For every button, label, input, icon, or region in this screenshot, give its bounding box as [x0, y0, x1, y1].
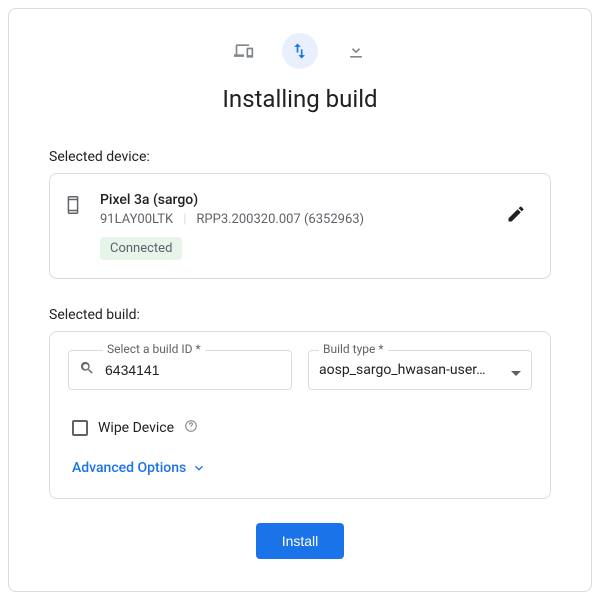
footer-actions: Install [49, 523, 551, 559]
status-badge: Connected [100, 237, 182, 260]
page-title: Installing build [49, 85, 551, 113]
meta-separator: | [183, 212, 186, 227]
device-meta: 91LAY00LTK | RPP3.200320.007 (6352963) [100, 212, 486, 227]
step-device[interactable] [226, 33, 262, 69]
phone-icon [62, 192, 84, 220]
selected-device-label: Selected device: [49, 149, 551, 165]
device-build-string: RPP3.200320.007 (6352963) [196, 212, 364, 227]
build-id-field[interactable]: Select a build ID * [68, 350, 292, 390]
device-serial: 91LAY00LTK [100, 212, 173, 227]
edit-device-button[interactable] [502, 200, 530, 232]
build-id-input[interactable] [103, 361, 281, 379]
install-button[interactable]: Install [256, 523, 345, 559]
chevron-down-icon [192, 461, 206, 475]
flash-card: Installing build Selected device: Pixel … [8, 8, 592, 592]
wipe-checkbox[interactable] [72, 420, 88, 436]
download-icon [346, 41, 366, 61]
search-icon [79, 360, 95, 380]
selected-build-label: Selected build: [49, 307, 551, 323]
wipe-label: Wipe Device [98, 420, 174, 436]
device-card: Pixel 3a (sargo) 91LAY00LTK | RPP3.20032… [49, 173, 551, 279]
swap-icon [290, 41, 310, 61]
help-icon[interactable] [184, 418, 198, 437]
devices-icon [234, 41, 254, 61]
step-download[interactable] [338, 33, 374, 69]
build-fields: Select a build ID * Build type * aosp_sa… [68, 350, 532, 390]
build-card: Select a build ID * Build type * aosp_sa… [49, 331, 551, 499]
step-install[interactable] [282, 33, 318, 69]
device-info: Pixel 3a (sargo) 91LAY00LTK | RPP3.20032… [100, 192, 486, 260]
device-name: Pixel 3a (sargo) [100, 192, 486, 208]
advanced-options-label: Advanced Options [72, 460, 186, 476]
wipe-device-row[interactable]: Wipe Device [72, 418, 532, 437]
build-type-label: Build type * [319, 342, 388, 356]
pencil-icon [506, 204, 526, 224]
dropdown-icon [511, 361, 521, 380]
build-type-field[interactable]: Build type * aosp_sargo_hwasan-user… [308, 350, 532, 390]
step-indicator [49, 33, 551, 69]
build-type-value: aosp_sargo_hwasan-user… [319, 362, 503, 378]
build-id-label: Select a build ID * [103, 342, 205, 356]
advanced-options-toggle[interactable]: Advanced Options [72, 460, 206, 476]
